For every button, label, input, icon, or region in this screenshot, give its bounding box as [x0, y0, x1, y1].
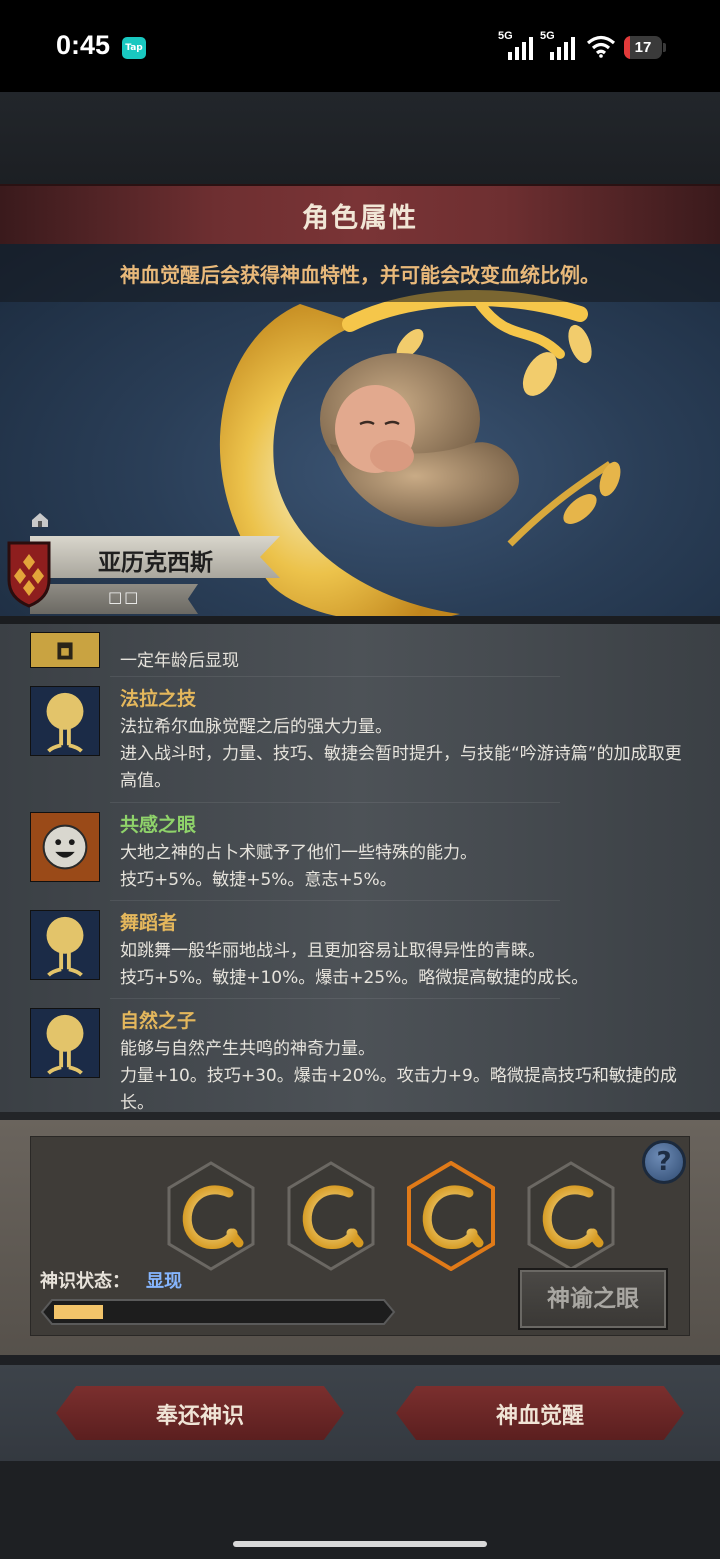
- character-sub-banner: □□: [30, 584, 198, 614]
- smile-face-icon: [30, 812, 100, 882]
- trait-description: 大地之神的占卜术赋予了他们一些特殊的能力。 技巧+5%。敏捷+5%。意志+5%。: [120, 843, 477, 890]
- divine-slot-2[interactable]: [287, 1161, 375, 1271]
- trait-description: 法拉希尔血脉觉醒之后的强大力量。 进入战斗时，力量、技巧、敏捷会暂时提升，与技能…: [120, 717, 682, 791]
- divine-blood-awaken-button[interactable]: 神血觉醒: [393, 1383, 687, 1443]
- tree-icon: [30, 686, 100, 756]
- oracle-eye-button[interactable]: 神谕之眼: [518, 1268, 668, 1330]
- return-divine-sense-button[interactable]: 奉还神识: [53, 1383, 347, 1443]
- trait-name: 自然之子: [120, 1010, 197, 1032]
- character-sub-label: □□: [108, 588, 141, 606]
- status-bar: 0:45 Tap 5G 5G 17: [0, 0, 720, 92]
- divine-slot-row: [167, 1161, 615, 1271]
- title-banner: 角色属性: [0, 184, 720, 249]
- tree-icon: [30, 1008, 100, 1078]
- divine-status-label: 神识状态：: [40, 1271, 130, 1292]
- trait-name: 舞蹈者: [120, 912, 178, 934]
- trait-description: 如跳舞一般华丽地战斗，且更加容易让取得异性的青睐。 技巧+5%。敏捷+10%。爆…: [120, 941, 589, 988]
- tree-icon: [30, 910, 100, 980]
- lock-icon: [30, 632, 100, 668]
- home-indicator[interactable]: [233, 1541, 487, 1547]
- house-icon: [32, 513, 48, 527]
- character-name: 亚历克西斯: [98, 550, 213, 576]
- battery-icon: 17: [624, 36, 662, 59]
- page-title: 角色属性: [302, 203, 418, 234]
- character-name-banner: 亚历克西斯: [30, 536, 280, 578]
- divine-slot-1[interactable]: [167, 1161, 255, 1271]
- subtitle-strip: 神血觉醒后会获得神血特性，并可能会改变血统比例。: [0, 244, 720, 302]
- family-crest-shield-icon: [7, 541, 51, 608]
- trait-name: 共感之眼: [120, 814, 197, 836]
- divine-slot-3-selected[interactable]: [407, 1161, 495, 1271]
- cellular-signal-icon: 5G: [498, 30, 536, 60]
- divine-status-value: 显现: [146, 1271, 182, 1292]
- cellular-signal-icon-2: 5G: [540, 30, 578, 60]
- trait-list[interactable]: 一定年龄后显现 法拉之技 法拉希尔血脉觉醒之后的强大力量。 进入战斗时，力量、技…: [0, 624, 720, 1118]
- divine-slot-4[interactable]: [527, 1161, 615, 1271]
- tap-app-icon: Tap: [122, 37, 146, 59]
- trait-name: 法拉之技: [120, 688, 197, 710]
- trait-description: 能够与自然产生共鸣的神奇力量。 力量+10。技巧+30。爆击+20%。攻击力+9…: [120, 1039, 677, 1113]
- clock: 0:45: [56, 30, 111, 60]
- divine-progress-bar: [40, 1299, 396, 1325]
- top-spacer: [0, 92, 720, 184]
- trait-description: 一定年龄后显现: [120, 651, 239, 671]
- subtitle-text: 神血觉醒后会获得神血特性，并可能会改变血统比例。: [120, 263, 600, 287]
- wifi-icon: [586, 35, 616, 58]
- help-button[interactable]: ?: [642, 1140, 686, 1184]
- progress-fill: [54, 1305, 103, 1319]
